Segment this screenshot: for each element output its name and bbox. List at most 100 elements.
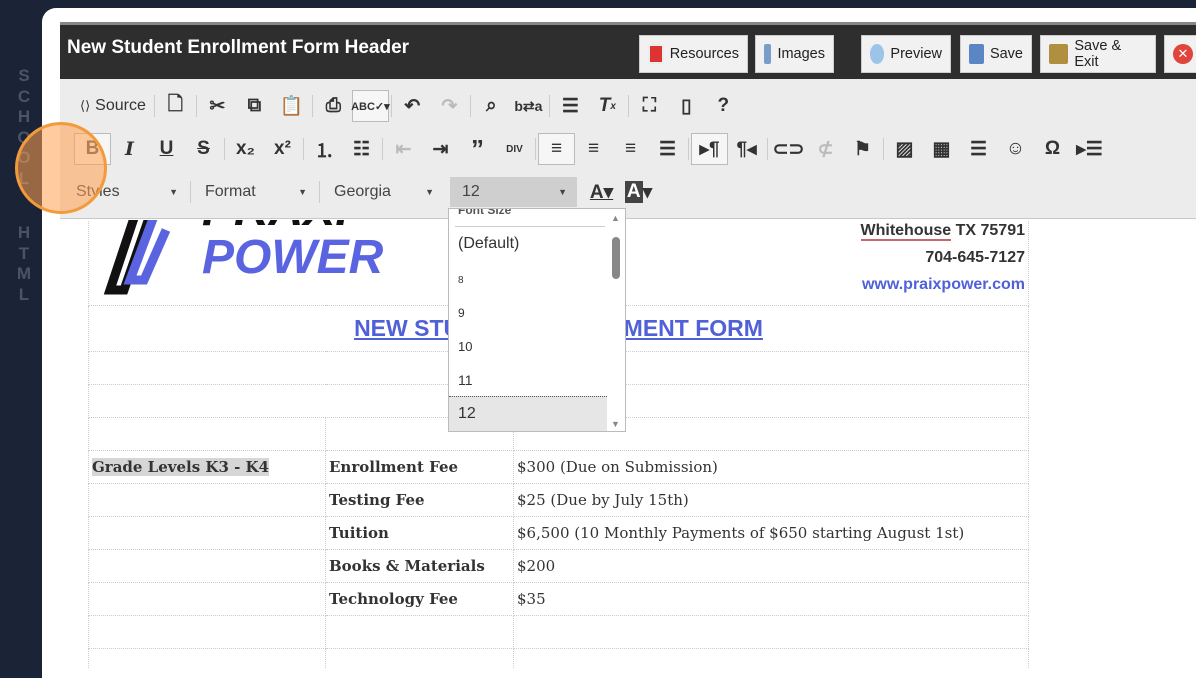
source-icon: ⟨⟩ — [80, 98, 91, 113]
page-title: New Student Enrollment Form Header — [67, 37, 410, 58]
print-icon[interactable]: ⎙ — [315, 90, 352, 122]
save-exit-label: Save & Exit — [1074, 38, 1122, 70]
font-size-select[interactable]: 12 ▼ — [450, 177, 577, 207]
indent-icon[interactable]: ⇥ — [422, 133, 459, 165]
show-blocks-icon[interactable]: ▯ — [668, 90, 705, 122]
subscript-icon[interactable]: x₂ — [227, 133, 264, 165]
underline-icon[interactable]: U — [148, 133, 185, 165]
blockquote-icon[interactable]: ” — [459, 133, 496, 165]
new-page-icon[interactable]: 🗋 — [157, 90, 194, 122]
font-size-option-selected[interactable]: 12 — [449, 396, 607, 431]
copy-icon[interactable]: ⧉ — [236, 90, 273, 122]
font-size-option[interactable]: 10 — [458, 339, 472, 354]
background-color-icon[interactable]: A ▾ — [620, 176, 657, 208]
table-row: Technology Fee $35 — [88, 582, 1029, 616]
outdent-icon[interactable]: ⇤ — [385, 133, 422, 165]
replace-icon[interactable]: b⇄a — [510, 90, 547, 122]
fee-name: Enrollment Fee — [325, 450, 514, 484]
table-icon[interactable]: ▦ — [923, 133, 960, 165]
numbered-list-icon[interactable]: ⒈ — [306, 133, 343, 165]
exit-door-icon — [1049, 44, 1069, 64]
table-row: Books & Materials $200 — [88, 549, 1029, 583]
editor-content[interactable]: PRAXI POWER Whitehouse TX 75791 704-645-… — [60, 220, 1196, 668]
fee-value: $25 (Due by July 15th) — [513, 483, 1029, 517]
rtl-icon[interactable]: ¶◂ — [728, 133, 765, 165]
font-size-option[interactable]: 8 — [458, 275, 464, 286]
help-icon[interactable]: ? — [705, 90, 742, 122]
grade-levels: Grade Levels K3 - K4 — [92, 458, 270, 476]
save-exit-button[interactable]: Save & Exit — [1040, 35, 1156, 73]
fee-value: $35 — [513, 582, 1029, 616]
unlink-icon[interactable]: ⊄ — [807, 133, 844, 165]
redo-icon[interactable]: ↷ — [431, 90, 468, 122]
save-button[interactable]: Save — [960, 35, 1032, 73]
font-size-option[interactable]: (Default) — [458, 235, 519, 253]
chevron-down-icon: ▼ — [558, 187, 567, 197]
sidebar-letter: T — [18, 243, 30, 263]
fee-value: $300 (Due on Submission) — [513, 450, 1029, 484]
fee-name: Tuition — [325, 516, 514, 550]
align-left-icon[interactable]: ≡ — [538, 133, 575, 165]
font-size-option[interactable]: 11 — [458, 372, 473, 388]
sidebar-letter: M — [16, 264, 32, 283]
scroll-thumb[interactable] — [612, 237, 620, 279]
superscript-icon[interactable]: x² — [264, 133, 301, 165]
find-icon[interactable]: ⌕ — [473, 90, 510, 122]
images-icon — [764, 44, 772, 64]
scroll-up-icon[interactable]: ▲ — [611, 213, 620, 223]
fee-name: Technology Fee — [325, 582, 514, 616]
dropdown-scrollbar[interactable]: ▲ ▼ — [607, 209, 625, 431]
font-select[interactable]: Georgia ▼ — [322, 177, 444, 207]
select-all-icon[interactable]: ☰ — [552, 90, 589, 122]
floppy-icon — [969, 44, 984, 64]
strike-icon[interactable]: S — [185, 133, 222, 165]
source-button[interactable]: ⟨⟩ Source — [74, 97, 152, 115]
font-size-option[interactable]: 9 — [458, 306, 465, 320]
images-button[interactable]: Images — [755, 35, 834, 73]
fee-value: $6,500 (10 Monthly Payments of $650 star… — [513, 516, 1029, 550]
font-size-option-label: 12 — [458, 405, 476, 422]
smiley-icon[interactable]: ☺ — [997, 133, 1034, 165]
logo-line2: POWER — [202, 230, 384, 284]
pdf-icon — [648, 44, 664, 64]
format-select[interactable]: Format ▼ — [193, 177, 317, 207]
close-button[interactable]: ✕ — [1164, 35, 1196, 73]
sidebar-letter: H — [17, 223, 31, 242]
justify-icon[interactable]: ☰ — [649, 133, 686, 165]
image-icon[interactable]: ▨ — [886, 133, 923, 165]
page-break-icon[interactable]: ▸☰ — [1071, 133, 1108, 165]
link-icon[interactable]: ⊂⊃ — [770, 133, 807, 165]
horizontal-rule-icon[interactable]: ☰ — [960, 133, 997, 165]
remove-format-icon[interactable]: Tx — [589, 90, 626, 122]
source-label: Source — [95, 97, 146, 114]
preview-button[interactable]: Preview — [861, 35, 951, 73]
scroll-down-icon[interactable]: ▼ — [611, 419, 620, 429]
dropdown-header: Font Size — [458, 208, 512, 217]
chevron-down-icon: ▼ — [298, 187, 307, 197]
special-char-icon[interactable]: Ω — [1034, 133, 1071, 165]
align-right-icon[interactable]: ≡ — [612, 133, 649, 165]
maximize-icon[interactable]: ⛶ — [631, 90, 668, 122]
sidebar-letter: C — [17, 86, 31, 106]
align-center-icon[interactable]: ≡ — [575, 133, 612, 165]
font-label: Georgia — [334, 183, 391, 200]
anchor-flag-icon[interactable]: ⚑ — [844, 133, 881, 165]
font-size-label: 12 — [462, 183, 480, 200]
bullet-list-icon[interactable]: ☷ — [343, 133, 380, 165]
undo-icon[interactable]: ↶ — [394, 90, 431, 122]
ltr-icon[interactable]: ▸¶ — [691, 133, 728, 165]
paste-icon[interactable]: 📋 — [273, 90, 310, 122]
images-label: Images — [777, 46, 825, 62]
fee-name: Books & Materials — [325, 549, 514, 583]
font-size-dropdown[interactable]: Font Size (Default) 8 9 10 11 12 ▲ ▼ — [448, 208, 626, 432]
div-icon[interactable]: DIV — [496, 133, 533, 165]
spellcheck-icon[interactable]: ABC✓▾ — [351, 90, 390, 122]
cut-icon[interactable]: ✂ — [199, 90, 236, 122]
italic-icon[interactable]: I — [111, 133, 148, 165]
table-row: Testing Fee $25 (Due by July 15th) — [88, 483, 1029, 517]
resources-button[interactable]: Resources — [639, 35, 748, 73]
click-indicator — [15, 122, 107, 214]
close-icon: ✕ — [1173, 44, 1193, 64]
save-label: Save — [989, 46, 1023, 62]
text-color-icon[interactable]: A▾ — [583, 176, 620, 208]
